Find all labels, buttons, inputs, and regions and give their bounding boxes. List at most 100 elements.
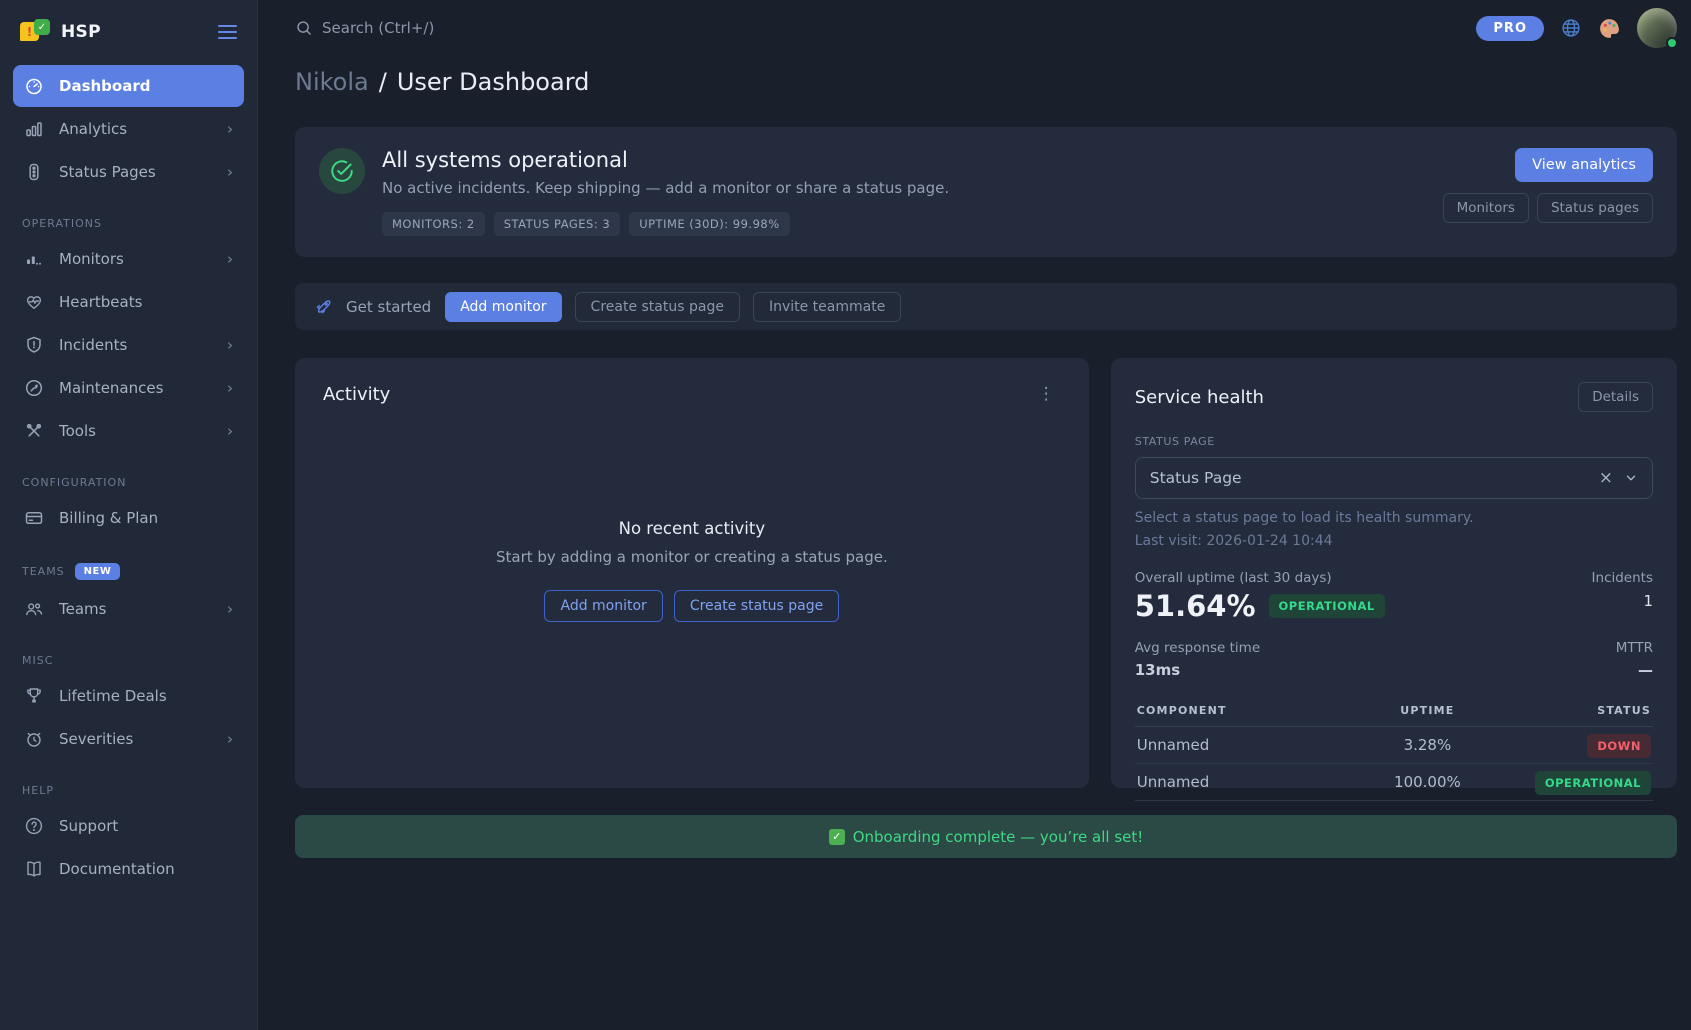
invite-teammate-button[interactable]: Invite teammate <box>753 292 901 322</box>
operational-badge: OPERATIONAL <box>1535 771 1651 795</box>
analytics-icon <box>24 119 44 139</box>
topbar: Search (Ctrl+/) PRO <box>295 0 1677 56</box>
sidebar-section-operations: OPERATIONS <box>22 217 235 230</box>
maintenances-icon <box>24 378 44 398</box>
sidebar-item-incidents[interactable]: Incidents › <box>13 324 244 366</box>
sidebar-item-label: Billing & Plan <box>59 509 158 527</box>
chevron-right-icon: › <box>227 422 233 440</box>
hero-title: All systems operational <box>382 148 949 172</box>
col-component: COMPONENT <box>1137 704 1353 717</box>
chevron-down-icon[interactable] <box>1624 471 1638 485</box>
sidebar-item-tools[interactable]: Tools › <box>13 410 244 452</box>
table-row: Unnamed 3.28% DOWN <box>1135 727 1653 764</box>
sidebar-item-label: Status Pages <box>59 163 156 181</box>
components-table: COMPONENT UPTIME STATUS Unnamed 3.28% DO… <box>1135 698 1653 801</box>
uptime-label: Overall uptime (last 30 days) <box>1135 570 1385 586</box>
col-uptime: UPTIME <box>1353 704 1502 717</box>
heartbeats-icon <box>24 292 44 312</box>
sidebar-item-maintenances[interactable]: Maintenances › <box>13 367 244 409</box>
sidebar-item-label: Teams <box>59 600 106 618</box>
sidebar-item-teams[interactable]: Teams › <box>13 588 244 630</box>
sidebar-item-dashboard[interactable]: Dashboard <box>13 65 244 107</box>
monitors-button[interactable]: Monitors <box>1443 193 1529 223</box>
clear-icon[interactable]: × <box>1599 470 1613 487</box>
get-started-label: Get started <box>346 298 431 316</box>
sidebar-item-analytics[interactable]: Analytics › <box>13 108 244 150</box>
table-row: Unnamed 100.00% OPERATIONAL <box>1135 764 1653 801</box>
status-hero-card: All systems operational No active incide… <box>295 127 1677 257</box>
add-monitor-button[interactable]: Add monitor <box>445 292 561 322</box>
sidebar-item-label: Heartbeats <box>59 293 142 311</box>
sidebar-item-label: Monitors <box>59 250 124 268</box>
chevron-right-icon: › <box>227 163 233 181</box>
incidents-label: Incidents <box>1592 570 1653 586</box>
hero-subtitle: No active incidents. Keep shipping — add… <box>382 179 949 197</box>
sidebar-item-label: Lifetime Deals <box>59 687 167 705</box>
operational-badge: OPERATIONAL <box>1269 594 1385 618</box>
chevron-right-icon: › <box>227 336 233 354</box>
view-analytics-button[interactable]: View analytics <box>1515 148 1653 182</box>
component-name: Unnamed <box>1137 736 1353 754</box>
sidebar-item-label: Tools <box>59 422 96 440</box>
rocket-icon <box>314 297 333 316</box>
palette-icon[interactable] <box>1598 17 1621 40</box>
search-placeholder: Search (Ctrl+/) <box>322 19 434 37</box>
severities-icon <box>24 729 44 749</box>
mttr-label: MTTR <box>1616 640 1653 656</box>
new-badge: NEW <box>75 563 121 580</box>
sidebar-section-misc: MISC <box>22 654 235 667</box>
sidebar-item-lifetime-deals[interactable]: Lifetime Deals <box>13 675 244 717</box>
last-visit-text: Last visit: 2026-01-24 10:44 <box>1135 533 1653 549</box>
avatar[interactable] <box>1637 8 1677 48</box>
sidebar-item-monitors[interactable]: Monitors › <box>13 238 244 280</box>
status-page-select[interactable]: Status Page × <box>1135 457 1653 499</box>
sidebar-item-status-pages[interactable]: Status Pages › <box>13 151 244 193</box>
sidebar-item-label: Incidents <box>59 336 127 354</box>
sidebar-item-support[interactable]: Support <box>13 805 244 847</box>
chevron-right-icon: › <box>227 600 233 618</box>
monitors-count-badge: MONITORS: 2 <box>382 212 485 236</box>
status-pages-icon <box>24 162 44 182</box>
avg-response-label: Avg response time <box>1135 640 1260 656</box>
component-name: Unnamed <box>1137 773 1353 791</box>
dashboard-icon <box>24 76 44 96</box>
create-status-page-button[interactable]: Create status page <box>575 292 740 322</box>
chevron-right-icon: › <box>227 120 233 138</box>
tools-icon <box>24 421 44 441</box>
globe-icon[interactable] <box>1560 17 1582 39</box>
breadcrumb-parent[interactable]: Nikola <box>295 68 369 96</box>
avg-response-value: 13ms <box>1135 661 1260 679</box>
select-value: Status Page <box>1150 469 1242 487</box>
search-input[interactable]: Search (Ctrl+/) <box>295 19 434 37</box>
add-monitor-button[interactable]: Add monitor <box>544 590 662 622</box>
check-circle-icon <box>319 148 365 194</box>
sidebar-item-severities[interactable]: Severities › <box>13 718 244 760</box>
search-icon <box>295 19 313 37</box>
component-uptime: 3.28% <box>1353 736 1502 754</box>
sidebar-item-documentation[interactable]: Documentation <box>13 848 244 890</box>
activity-empty-state: No recent activity Start by adding a mon… <box>323 379 1061 762</box>
hamburger-menu-icon[interactable] <box>218 25 237 39</box>
onboarding-banner-text: Onboarding complete — you’re all set! <box>853 828 1144 846</box>
mttr-value: — <box>1616 661 1653 679</box>
sidebar-section-help: HELP <box>22 784 235 797</box>
sidebar-item-label: Analytics <box>59 120 127 138</box>
status-pages-count-badge: STATUS PAGES: 3 <box>494 212 621 236</box>
sidebar-item-billing[interactable]: Billing & Plan <box>13 497 244 539</box>
pro-badge[interactable]: PRO <box>1476 16 1544 41</box>
activity-card: Activity ⋮ No recent activity Start by a… <box>295 358 1089 788</box>
support-icon <box>24 816 44 836</box>
sidebar-item-label: Severities <box>59 730 133 748</box>
main-content: Search (Ctrl+/) PRO Nikola / User Dashbo… <box>258 0 1691 1030</box>
sidebar: ! ✓ HSP Dashboard Analytics › Status Pag… <box>0 0 258 1030</box>
service-health-title: Service health <box>1135 387 1264 408</box>
sidebar-item-label: Documentation <box>59 860 175 878</box>
create-status-page-button[interactable]: Create status page <box>674 590 839 622</box>
status-page-label: STATUS PAGE <box>1135 435 1653 448</box>
empty-state-title: No recent activity <box>619 519 765 538</box>
billing-icon <box>24 508 44 528</box>
details-button[interactable]: Details <box>1578 382 1653 412</box>
logo-check-icon: ✓ <box>34 19 50 35</box>
sidebar-item-heartbeats[interactable]: Heartbeats <box>13 281 244 323</box>
status-pages-button[interactable]: Status pages <box>1537 193 1653 223</box>
